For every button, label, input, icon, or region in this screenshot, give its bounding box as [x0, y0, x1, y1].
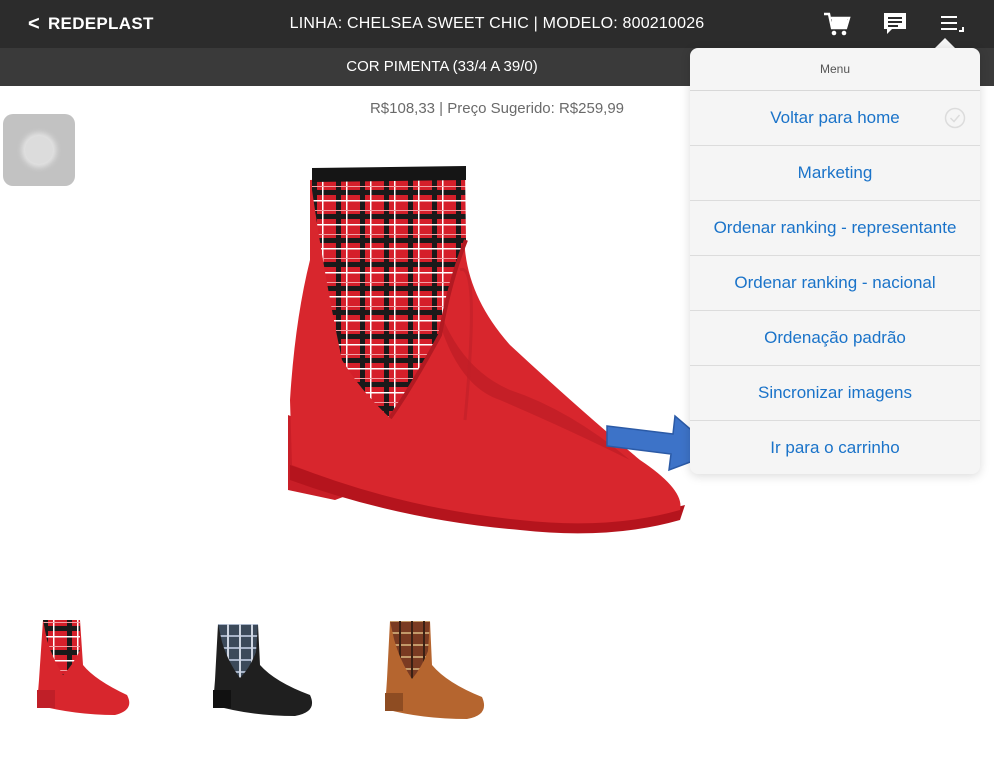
menu-item-ranking-representante[interactable]: Ordenar ranking - representante: [690, 201, 980, 256]
menu-item-ir-carrinho[interactable]: Ir para o carrinho: [690, 421, 980, 475]
color-label: COR PIMENTA (33/4 A 39/0): [346, 58, 538, 75]
cart-icon[interactable]: [822, 10, 852, 38]
menu-item-label: Voltar para home: [770, 108, 900, 127]
chat-icon[interactable]: [880, 10, 910, 38]
page-title: LINHA: CHELSEA SWEET CHIC | MODELO: 8002…: [289, 15, 705, 32]
thumbnail-brown-boot[interactable]: [382, 617, 492, 725]
thumbnail-black-boot[interactable]: [210, 620, 320, 720]
menu-item-voltar-home[interactable]: Voltar para home: [690, 91, 980, 146]
price-line: R$108,33 | Preço Sugerido: R$259,99: [369, 100, 625, 117]
check-circle-icon: [944, 107, 966, 129]
thumbnail-red-boot[interactable]: [35, 620, 135, 720]
menu-item-marketing[interactable]: Marketing: [690, 146, 980, 201]
menu-popover-pointer: [935, 38, 955, 48]
menu-item-ranking-nacional[interactable]: Ordenar ranking - nacional: [690, 256, 980, 311]
assistive-touch-button[interactable]: [3, 114, 75, 186]
menu-item-label: Sincronizar imagens: [757, 383, 912, 402]
menu-popover: Menu Voltar para home Marketing Ordenar …: [690, 48, 980, 474]
menu-header: Menu: [690, 48, 980, 91]
chevron-left-icon: <: [28, 12, 40, 35]
menu-item-label: Ir para o carrinho: [770, 438, 900, 457]
menu-item-label: Ordenação padrão: [764, 328, 906, 347]
menu-item-label: Ordenar ranking - nacional: [734, 273, 936, 292]
product-main-image: [288, 166, 685, 534]
back-label: REDEPLAST: [47, 14, 154, 33]
menu-item-ordenacao-padrao[interactable]: Ordenação padrão: [690, 311, 980, 366]
menu-item-sincronizar-imagens[interactable]: Sincronizar imagens: [690, 366, 980, 421]
back-button[interactable]: < REDEPLAST: [28, 0, 154, 48]
menu-item-label: Ordenar ranking - representante: [713, 218, 957, 237]
assistive-touch-dot: [25, 136, 53, 164]
menu-icon[interactable]: [937, 10, 967, 38]
top-bar: < REDEPLAST LINHA: CHELSEA SWEET CHIC | …: [0, 0, 994, 48]
menu-item-label: Marketing: [797, 163, 873, 182]
